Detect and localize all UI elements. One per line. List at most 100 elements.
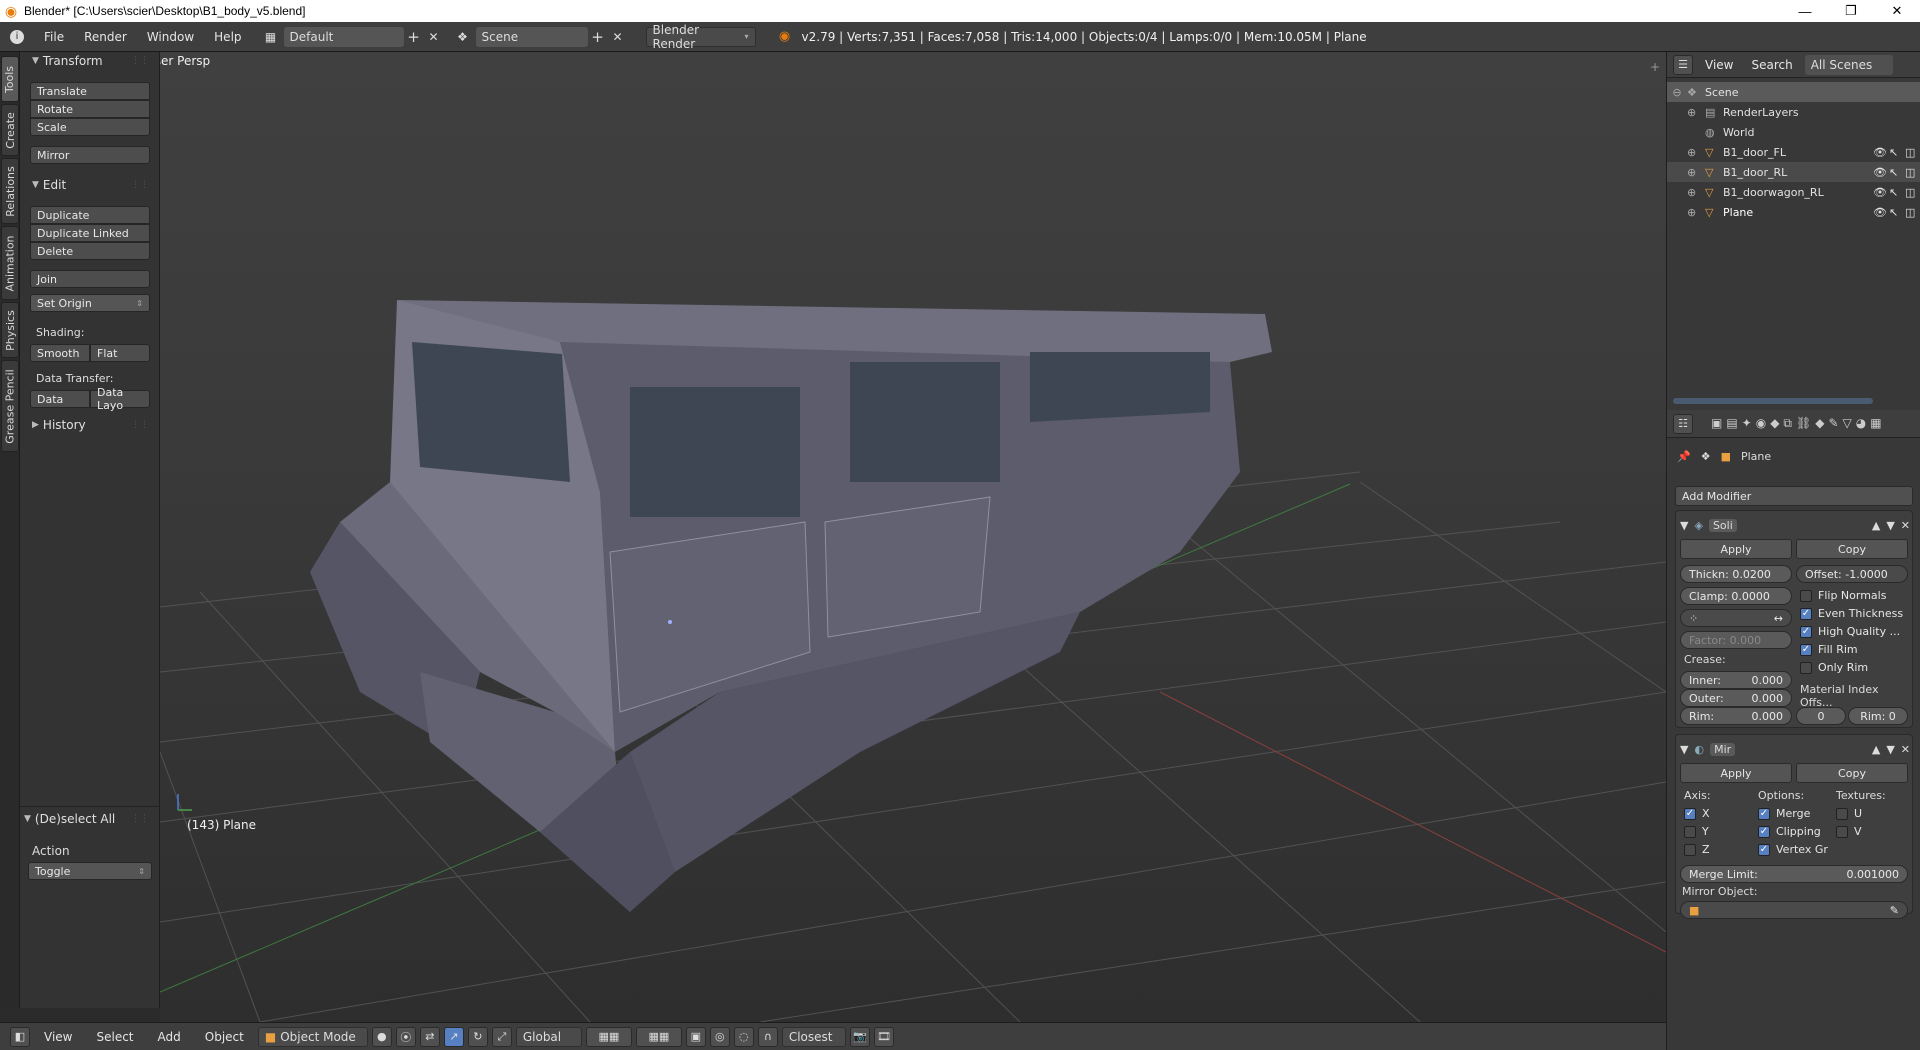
expand-icon[interactable]: ⊕ bbox=[1687, 106, 1705, 119]
tab-grease-pencil[interactable]: Grease Pencil bbox=[1, 360, 19, 452]
outliner-item-scene[interactable]: ⊖ ❖ Scene bbox=[1667, 82, 1920, 102]
outliner-item-b1-door-rl[interactable]: ⊕ ▽ B1_door_RL 👁 ↖ ◫ bbox=[1667, 162, 1920, 182]
snap-target-dropdown[interactable]: Closest bbox=[781, 1026, 846, 1047]
edit-panel-header[interactable]: ▼ Edit bbox=[32, 178, 66, 192]
tab-physics[interactable]: Physics bbox=[1, 302, 19, 358]
texture-v-checkbox[interactable]: V bbox=[1836, 825, 1862, 838]
merge-limit-field[interactable]: Merge Limit: 0.001000 bbox=[1680, 865, 1908, 883]
scale-button[interactable]: Scale bbox=[30, 118, 150, 136]
layers-grid-icon[interactable]: ▦▦ bbox=[585, 1026, 632, 1047]
panel-drag-handle-icon[interactable]: ⋮⋮ bbox=[131, 814, 149, 824]
join-button[interactable]: Join bbox=[30, 270, 150, 288]
add-modifier-dropdown[interactable]: Add Modifier bbox=[1675, 486, 1913, 506]
add-scene-icon[interactable]: + bbox=[588, 26, 608, 48]
outliner-editor-type-icon[interactable]: ☰ bbox=[1673, 54, 1693, 75]
layers-grid-icon[interactable]: ▦▦ bbox=[635, 1026, 682, 1047]
outliner-menu-view[interactable]: View bbox=[1699, 58, 1739, 72]
screen-layout-icon[interactable]: ▦ bbox=[258, 26, 284, 48]
tab-create[interactable]: Create bbox=[1, 104, 19, 156]
panel-drag-handle-icon[interactable]: ⋮⋮ bbox=[131, 420, 149, 430]
vertex-groups-checkbox[interactable]: ✓ Vertex Gr bbox=[1758, 843, 1828, 856]
add-screen-icon[interactable]: + bbox=[404, 26, 424, 48]
history-panel-header[interactable]: ▶ History bbox=[32, 418, 86, 432]
duplicate-button[interactable]: Duplicate bbox=[30, 206, 150, 224]
interaction-mode-dropdown[interactable]: ■ Object Mode bbox=[257, 1026, 368, 1047]
merge-checkbox[interactable]: ✓ Merge bbox=[1758, 807, 1810, 820]
mirror-button[interactable]: Mirror bbox=[30, 146, 150, 164]
selectable-arrow-icon[interactable]: ↖ bbox=[1889, 186, 1905, 199]
operator-panel-header[interactable]: ▼ (De)select All bbox=[24, 812, 115, 826]
rotate-manipulator-icon[interactable]: ↻ bbox=[467, 1026, 488, 1047]
transform-panel-header[interactable]: ▼ Transform bbox=[32, 54, 103, 68]
shade-flat-button[interactable]: Flat bbox=[90, 344, 150, 362]
outliner-scrollbar[interactable] bbox=[1673, 398, 1873, 404]
axis-z-checkbox[interactable]: Z bbox=[1684, 843, 1710, 856]
solidify-copy-button[interactable]: Copy bbox=[1796, 539, 1908, 559]
action-dropdown[interactable]: Toggle ⇕ bbox=[28, 862, 152, 880]
delete-button[interactable]: Delete bbox=[30, 242, 150, 260]
duplicate-linked-button[interactable]: Duplicate Linked bbox=[30, 224, 150, 242]
renderable-camera-icon[interactable]: ◫ bbox=[1905, 146, 1920, 159]
mirror-apply-button[interactable]: Apply bbox=[1680, 763, 1792, 783]
axis-y-checkbox[interactable]: Y bbox=[1684, 825, 1709, 838]
properties-editor-type-icon[interactable]: ☷ bbox=[1673, 413, 1693, 434]
flip-normals-checkbox[interactable]: Flip Normals bbox=[1800, 589, 1886, 602]
remove-modifier-icon[interactable]: ✕ bbox=[1901, 743, 1910, 756]
material-rim-offset-field[interactable]: Rim: 0 bbox=[1848, 707, 1908, 725]
panel-drag-handle-icon[interactable]: ⋮⋮ bbox=[131, 56, 149, 66]
menu-file[interactable]: File bbox=[34, 30, 74, 44]
mirror-object-field[interactable]: ■ ✎ bbox=[1680, 901, 1908, 919]
viewport-shading-icon[interactable]: ● bbox=[371, 1026, 392, 1047]
scene-icon[interactable]: ❖ bbox=[450, 26, 476, 48]
crease-outer-field[interactable]: Outer: 0.000 bbox=[1680, 689, 1792, 707]
editor-type-icon[interactable]: ◧ bbox=[10, 1026, 30, 1047]
translate-manipulator-icon[interactable]: ↗ bbox=[443, 1026, 464, 1047]
visibility-eye-icon[interactable]: 👁 bbox=[1873, 206, 1889, 219]
data-layout-button[interactable]: Data Layo bbox=[90, 386, 150, 412]
modifier-name-field[interactable]: Mir bbox=[1710, 742, 1736, 756]
viewport-properties-toggle-icon[interactable]: + bbox=[1650, 60, 1660, 74]
outliner-item-world[interactable]: ◍ World bbox=[1667, 122, 1920, 142]
render-engine-dropdown[interactable]: Blender Render ▾ bbox=[645, 23, 756, 51]
collapse-icon[interactable]: ⊖ bbox=[1667, 86, 1687, 99]
eyedropper-icon[interactable]: ✎ bbox=[1890, 904, 1899, 917]
set-origin-dropdown[interactable]: Set Origin ⇕ bbox=[30, 294, 150, 312]
selectable-arrow-icon[interactable]: ↖ bbox=[1889, 206, 1905, 219]
close-icon[interactable]: ✕ bbox=[1874, 0, 1920, 22]
offset-field[interactable]: Offset: -1.0000 bbox=[1796, 565, 1908, 583]
collapse-triangle-icon[interactable]: ▼ bbox=[1680, 743, 1688, 756]
expand-icon[interactable]: ⊕ bbox=[1687, 186, 1705, 199]
outliner-item-plane[interactable]: ⊕ ▽ Plane 👁 ↖ ◫ bbox=[1667, 202, 1920, 222]
renderable-camera-icon[interactable]: ◫ bbox=[1905, 166, 1920, 179]
mirror-copy-button[interactable]: Copy bbox=[1796, 763, 1908, 783]
renderable-camera-icon[interactable]: ◫ bbox=[1905, 186, 1920, 199]
proportional-edit-icon[interactable]: ◌ bbox=[733, 1026, 754, 1047]
fill-rim-checkbox[interactable]: ✓ Fill Rim bbox=[1800, 643, 1858, 656]
delete-scene-icon[interactable]: ✕ bbox=[608, 26, 628, 48]
visibility-eye-icon[interactable]: 👁 bbox=[1873, 186, 1889, 199]
screen-layout-field[interactable]: Default bbox=[283, 26, 404, 47]
crease-inner-field[interactable]: Inner: 0.000 bbox=[1680, 671, 1792, 689]
selectable-arrow-icon[interactable]: ↖ bbox=[1889, 166, 1905, 179]
info-editor-type-icon[interactable]: i bbox=[0, 26, 34, 48]
scale-manipulator-icon[interactable]: ⤢ bbox=[491, 1026, 512, 1047]
menu-help[interactable]: Help bbox=[204, 30, 251, 44]
pin-icon[interactable]: 📌 bbox=[1677, 450, 1691, 463]
axis-x-checkbox[interactable]: ✓ X bbox=[1684, 807, 1710, 820]
rotate-button[interactable]: Rotate bbox=[30, 100, 150, 118]
invert-icon[interactable]: ↔ bbox=[1774, 612, 1783, 625]
render-layer-icon[interactable]: ◎ bbox=[709, 1026, 730, 1047]
snap-toggle-icon[interactable]: ∩ bbox=[757, 1026, 778, 1047]
viewport-scene[interactable] bbox=[160, 52, 1666, 1022]
remove-modifier-icon[interactable]: ✕ bbox=[1901, 519, 1910, 532]
vertex-group-field[interactable]: ⁘ ↔ bbox=[1680, 609, 1792, 627]
expand-icon[interactable]: ⊕ bbox=[1687, 206, 1705, 219]
outliner-menu-search[interactable]: Search bbox=[1745, 58, 1798, 72]
data-transfer-button[interactable]: Data bbox=[30, 390, 90, 408]
panel-drag-handle-icon[interactable]: ⋮⋮ bbox=[131, 180, 149, 190]
tab-relations[interactable]: Relations bbox=[1, 158, 19, 224]
minimize-icon[interactable]: — bbox=[1782, 0, 1828, 22]
outliner-display-filter[interactable]: All Scenes bbox=[1804, 54, 1893, 75]
menu-view[interactable]: View bbox=[34, 1030, 82, 1044]
visibility-eye-icon[interactable]: 👁 bbox=[1873, 146, 1889, 159]
